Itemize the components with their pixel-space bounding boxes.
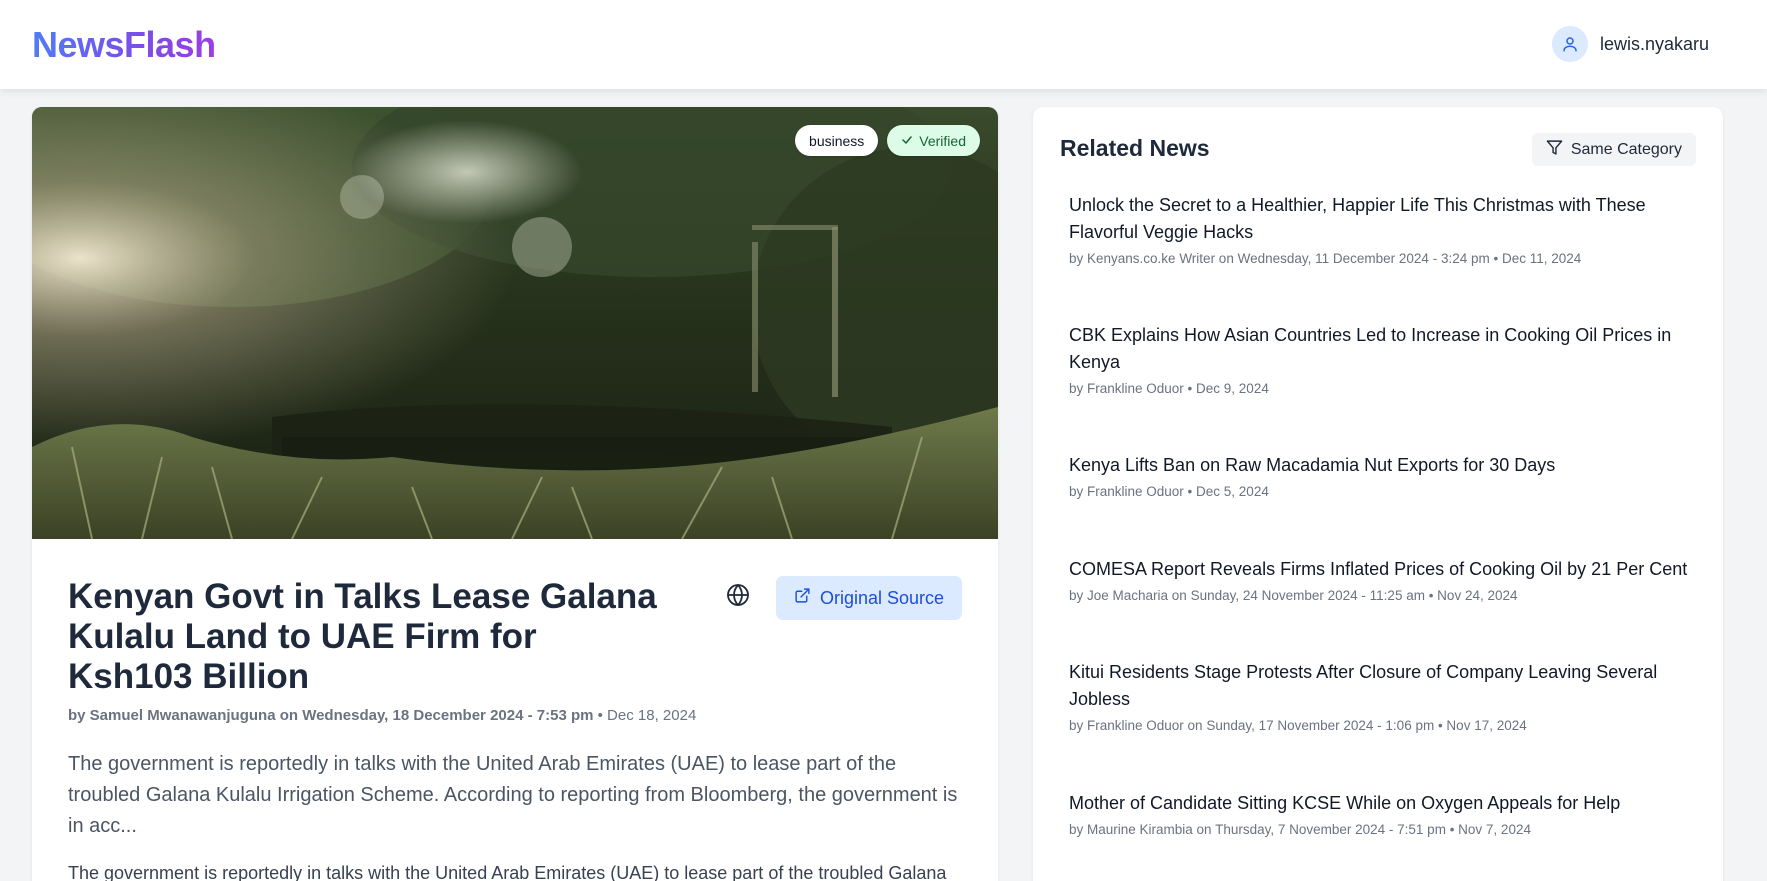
related-news-item-meta: by Frankline Oduor • Dec 5, 2024 <box>1069 484 1269 499</box>
user-menu[interactable]: lewis.nyakaru <box>1551 26 1709 62</box>
verified-badge-label: Verified <box>919 132 966 149</box>
category-badge-label: business <box>809 132 865 149</box>
filter-icon <box>1546 139 1563 161</box>
related-news-panel: Related News Same Category Unlock the Se… <box>1033 107 1723 881</box>
filter-label: Same Category <box>1570 140 1682 158</box>
username: lewis.nyakaru <box>1599 33 1709 54</box>
related-news-item[interactable]: COMESA Report Reveals Firms Inflated Pri… <box>1069 556 1699 603</box>
article-hero-image: business Verified <box>32 107 998 539</box>
article-body: The government is reportedly in talks wi… <box>68 863 947 881</box>
check-icon <box>901 133 913 149</box>
article-title: Kenyan Govt in Talks Lease Galana Kulalu… <box>68 577 657 696</box>
article-summary: The government is reportedly in talks wi… <box>68 753 958 837</box>
user-icon <box>1551 26 1588 62</box>
byline-date: • Dec 18, 2024 <box>593 707 697 724</box>
top-header: NewsFlash lewis.nyakaru <box>0 0 1767 89</box>
related-news-item[interactable]: Kenya Lifts Ban on Raw Macadamia Nut Exp… <box>1069 452 1699 499</box>
category-badge[interactable]: business <box>795 125 879 156</box>
related-news-item-title: COMESA Report Reveals Firms Inflated Pri… <box>1069 559 1688 579</box>
globe-icon[interactable] <box>726 583 750 607</box>
related-news-item-meta: by Frankline Oduor on Sunday, 17 Novembe… <box>1069 718 1527 733</box>
related-news-item[interactable]: Unlock the Secret to a Healthier, Happie… <box>1069 192 1699 266</box>
byline-author: by Samuel Mwanawanjuguna on Wednesday, 1… <box>68 707 594 724</box>
app-logo[interactable]: NewsFlash <box>32 24 216 66</box>
original-source-label: Original Source <box>819 587 945 608</box>
verified-badge: Verified <box>887 125 980 156</box>
related-news-item-meta: by Kenyans.co.ke Writer on Wednesday, 11… <box>1069 251 1582 266</box>
related-news-item[interactable]: CBK Explains How Asian Countries Led to … <box>1069 322 1699 396</box>
related-news-item-title: Kitui Residents Stage Protests After Clo… <box>1069 662 1658 709</box>
related-news-item[interactable]: Mother of Candidate Sitting KCSE While o… <box>1069 790 1699 837</box>
related-news-item[interactable]: Kitui Residents Stage Protests After Clo… <box>1069 659 1699 733</box>
related-news-item-meta: by Joe Macharia on Sunday, 24 November 2… <box>1069 588 1518 603</box>
same-category-filter-button[interactable]: Same Category <box>1531 133 1696 166</box>
article-badges: business Verified <box>795 125 980 156</box>
related-news-item-meta: by Maurine Kirambia on Thursday, 7 Novem… <box>1069 822 1531 837</box>
related-news-item-title: Kenya Lifts Ban on Raw Macadamia Nut Exp… <box>1069 455 1556 475</box>
external-link-icon <box>794 587 811 609</box>
related-news-item-title: Unlock the Secret to a Healthier, Happie… <box>1069 195 1646 242</box>
related-news-item-title: Mother of Candidate Sitting KCSE While o… <box>1069 793 1621 813</box>
related-news-item-meta: by Frankline Oduor • Dec 9, 2024 <box>1069 381 1269 396</box>
related-news-item-title: CBK Explains How Asian Countries Led to … <box>1069 325 1672 372</box>
article-byline: by Samuel Mwanawanjuguna on Wednesday, 1… <box>68 707 696 724</box>
related-news-title: Related News <box>1060 135 1210 161</box>
original-source-button[interactable]: Original Source <box>776 576 962 620</box>
article-card: business Verified Kenyan Govt in Talks L… <box>32 107 998 881</box>
